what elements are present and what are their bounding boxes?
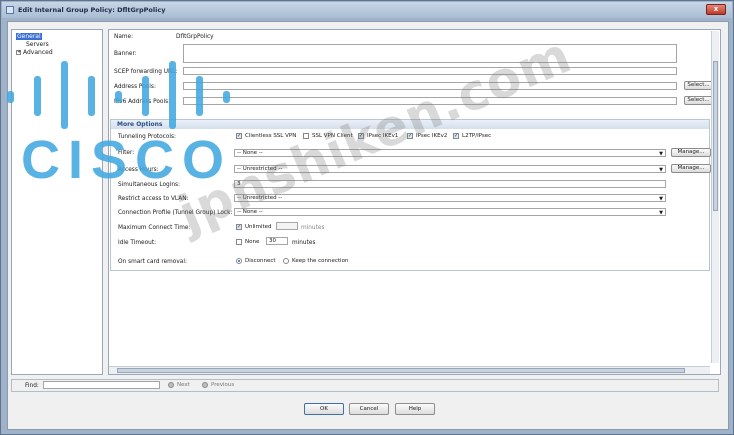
tree-item-servers[interactable]: Servers xyxy=(26,41,49,48)
radio-unselected-icon[interactable] xyxy=(283,258,289,264)
vertical-scrollbar[interactable] xyxy=(711,31,719,363)
protocol-clientless-ssl[interactable]: ✓ Clientless SSL VPN xyxy=(236,133,296,139)
vertical-scroll-thumb[interactable] xyxy=(713,61,718,211)
tree-item-advanced[interactable]: + Advanced xyxy=(16,49,53,56)
max-connect-unlimited[interactable]: ✓ Unlimited xyxy=(236,224,272,230)
find-input[interactable] xyxy=(43,381,160,389)
address-pools-select-button[interactable]: Select... xyxy=(684,81,713,90)
find-next-button[interactable]: Next xyxy=(168,382,190,388)
idle-timeout-none[interactable]: None xyxy=(236,239,259,245)
find-next-label: Next xyxy=(177,382,190,388)
tree-item-label: Advanced xyxy=(23,49,53,56)
tunnel-group-lock-select[interactable]: -- None -- ▼ xyxy=(234,208,666,216)
window-icon xyxy=(6,6,14,14)
horizontal-scrollbar[interactable] xyxy=(109,366,710,374)
max-connect-minutes-label: minutes xyxy=(301,225,325,231)
tree-item-label: Servers xyxy=(26,41,49,48)
chevron-down-icon: ▼ xyxy=(659,196,663,202)
banner-input[interactable] xyxy=(183,44,677,63)
radio-selected-icon[interactable] xyxy=(236,258,242,264)
scep-url-input[interactable] xyxy=(183,67,677,75)
tree-item-label: General xyxy=(16,33,42,40)
checkbox-unchecked-icon[interactable] xyxy=(236,239,242,245)
protocol-l2tp-ipsec[interactable]: ✓ L2TP/IPsec xyxy=(453,133,491,139)
chevron-down-icon: ▼ xyxy=(659,167,663,173)
find-previous-button[interactable]: Previous xyxy=(202,382,234,388)
protocol-label: Clientless SSL VPN xyxy=(245,133,297,139)
chevron-down-icon: ▼ xyxy=(659,210,663,216)
keep-label: Keep the connection xyxy=(292,258,349,264)
horizontal-scroll-thumb[interactable] xyxy=(117,368,685,373)
unlimited-label: Unlimited xyxy=(245,224,272,230)
arrow-down-icon xyxy=(168,382,174,388)
tree-item-general[interactable]: General xyxy=(16,33,42,40)
cisco-logo-bars xyxy=(7,61,230,129)
max-connect-label: Maximum Connect Time: xyxy=(118,225,191,231)
find-label: Find: xyxy=(25,383,39,389)
smartcard-keep-radio[interactable]: Keep the connection xyxy=(283,258,348,264)
checkbox-checked-icon[interactable]: ✓ xyxy=(236,133,242,139)
name-value: DfltGrpPolicy xyxy=(176,34,214,40)
ipv6-pools-select-button[interactable]: Select... xyxy=(684,96,713,105)
chevron-down-icon: ▼ xyxy=(659,151,663,157)
none-label: None xyxy=(245,239,260,245)
protocol-label: L2TP/IPsec xyxy=(462,133,492,139)
idle-timeout-label: Idle Timeout: xyxy=(118,240,157,246)
cisco-logo: CISCO xyxy=(7,61,230,186)
disconnect-label: Disconnect xyxy=(245,258,276,264)
checkbox-checked-icon[interactable]: ✓ xyxy=(236,224,242,230)
idle-minutes-label: minutes xyxy=(292,240,316,246)
title-bar[interactable]: Edit Internal Group Policy: DfltGrpPolic… xyxy=(2,2,732,18)
help-button[interactable]: Help xyxy=(395,403,435,415)
idle-timeout-input[interactable]: 30 xyxy=(266,237,288,245)
window-title: Edit Internal Group Policy: DfltGrpPolic… xyxy=(18,6,166,14)
cancel-button[interactable]: Cancel xyxy=(349,403,389,415)
find-previous-label: Previous xyxy=(211,382,235,388)
max-connect-minutes-input[interactable] xyxy=(276,222,298,230)
checkbox-checked-icon[interactable]: ✓ xyxy=(453,133,459,139)
name-label: Name: xyxy=(114,34,134,40)
smartcard-disconnect-radio[interactable]: Disconnect xyxy=(236,258,276,264)
close-button[interactable]: x xyxy=(706,4,726,15)
access-hours-manage-button[interactable]: Manage... xyxy=(671,164,711,173)
ok-button[interactable]: OK xyxy=(304,403,344,415)
filter-manage-button[interactable]: Manage... xyxy=(671,148,711,157)
expand-icon[interactable]: + xyxy=(16,50,21,55)
arrow-up-icon xyxy=(202,382,208,388)
smartcard-label: On smart card removal: xyxy=(118,259,187,265)
